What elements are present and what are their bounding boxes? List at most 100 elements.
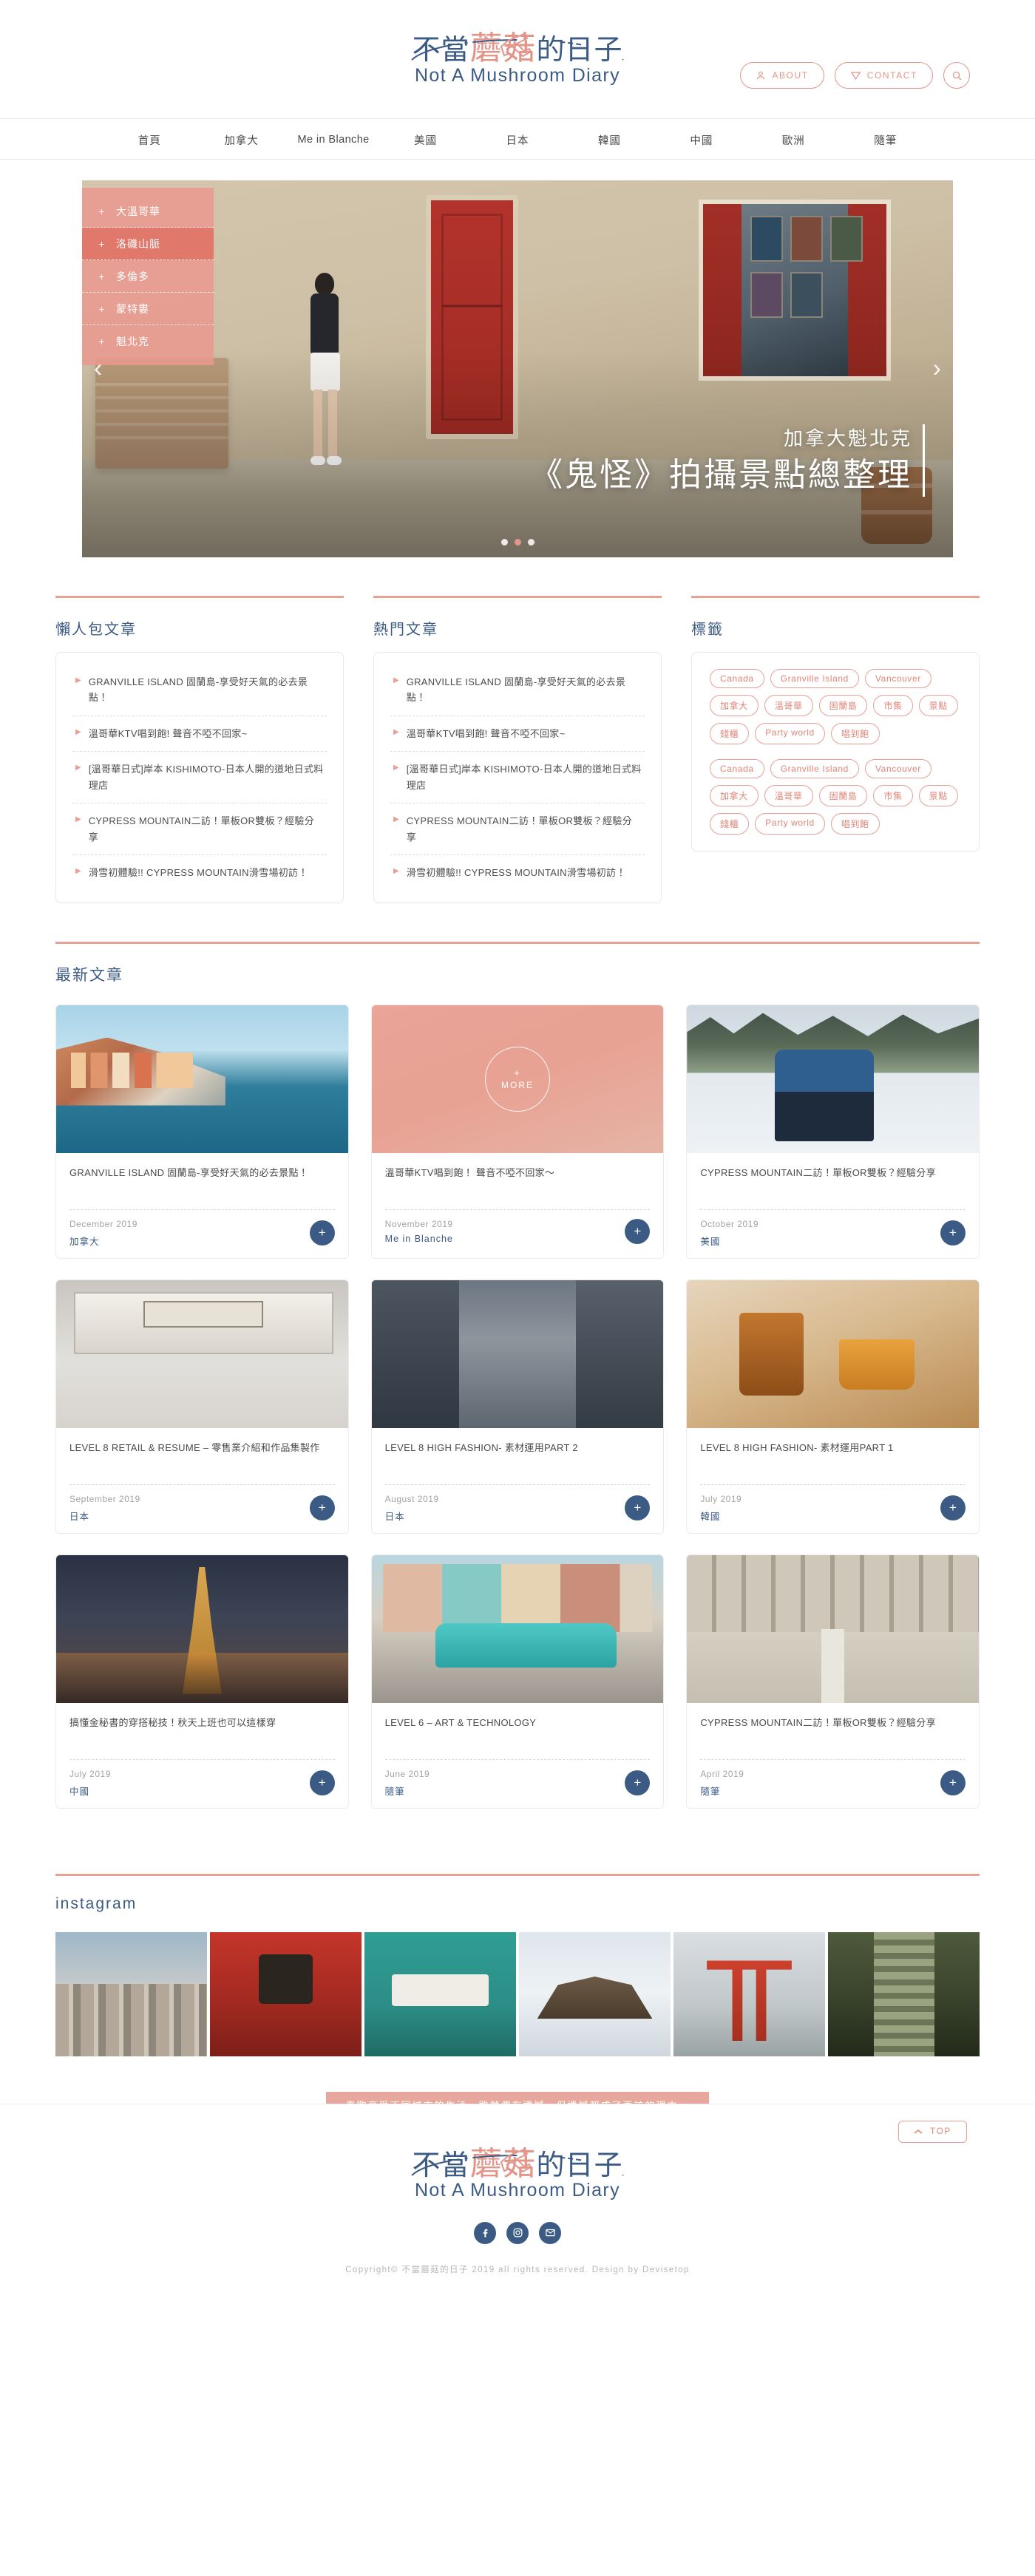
tag-chip[interactable]: 唱到飽 <box>830 813 880 835</box>
tag-chip[interactable]: Vancouver <box>864 759 932 778</box>
read-more-plus-button[interactable]: + <box>625 1218 651 1244</box>
post-card-title[interactable]: LEVEL 8 HIGH FASHION- 素材運用PART 1 <box>700 1440 966 1474</box>
tag-chip[interactable]: 溫哥華 <box>764 695 813 716</box>
nav-item-1[interactable]: 加拿大 <box>195 132 287 148</box>
instagram-thumbnail-1[interactable] <box>210 1931 362 2056</box>
read-more-plus-button[interactable]: + <box>625 1770 651 1795</box>
post-card-title[interactable]: 溫哥華KTV唱到飽！ 聲音不啞不回家～ <box>385 1165 651 1199</box>
hero-dot-2[interactable] <box>527 539 535 546</box>
post-card-category[interactable]: 日本 <box>385 1509 439 1523</box>
nav-item-5[interactable]: 韓國 <box>563 132 655 148</box>
tag-chip[interactable]: 固蘭島 <box>818 695 868 716</box>
read-more-plus-button[interactable]: + <box>625 1495 651 1520</box>
hero-dot-0[interactable] <box>500 539 508 546</box>
post-card-title[interactable]: LEVEL 8 HIGH FASHION- 素材運用PART 2 <box>385 1440 651 1474</box>
post-card-title[interactable]: LEVEL 6 – ART & TECHNOLOGY <box>385 1715 651 1749</box>
post-card[interactable]: CYPRESS MOUNTAIN二訪！單板OR雙板？經驗分享 April 2019… <box>686 1554 980 1809</box>
tag-chip[interactable]: Granville Island <box>770 759 859 778</box>
tag-chip[interactable]: 加拿大 <box>710 695 759 716</box>
post-card-title[interactable]: CYPRESS MOUNTAIN二訪！單板OR雙板？經驗分享 <box>700 1165 966 1199</box>
post-card[interactable]: CYPRESS MOUNTAIN二訪！單板OR雙板？經驗分享 October 20… <box>686 1004 980 1259</box>
post-card[interactable]: 搞懂金秘書的穿搭秘技！秋天上班也可以這樣穿 July 2019 中國 + <box>55 1554 349 1809</box>
post-card-category[interactable]: 美國 <box>700 1234 759 1248</box>
instagram-thumbnail-2[interactable] <box>364 1931 516 2056</box>
tag-chip[interactable]: 錢櫃 <box>710 813 750 835</box>
tag-chip[interactable]: 固蘭島 <box>818 785 868 806</box>
contact-button[interactable]: CONTACT <box>834 62 933 89</box>
email-icon[interactable] <box>539 2221 561 2244</box>
nav-item-7[interactable]: 歐洲 <box>747 132 839 148</box>
read-more-plus-button[interactable]: + <box>940 1495 966 1520</box>
site-logo[interactable]: 不當蘑菇的日子 Not A Mushroom Diary <box>396 32 639 86</box>
nav-item-8[interactable]: 隨筆 <box>840 132 932 148</box>
tag-chip[interactable]: Granville Island <box>770 669 859 688</box>
post-card-category[interactable]: 加拿大 <box>69 1234 138 1248</box>
post-card-title[interactable]: LEVEL 8 RETAIL & RESUME – 零售業介紹和作品集製作 <box>69 1440 335 1474</box>
post-card[interactable]: GRANVILLE ISLAND 固蘭島-享受好天氣的必去景點！ December… <box>55 1004 349 1259</box>
post-card[interactable]: LEVEL 8 RETAIL & RESUME – 零售業介紹和作品集製作 Sep… <box>55 1279 349 1534</box>
list-item[interactable]: ▶ [溫哥華日式]岸本 KISHIMOTO-日本人開的道地日式料理店 <box>72 752 327 804</box>
footer-logo[interactable]: 不當蘑菇的日子 Not A Mushroom Diary <box>396 2147 639 2201</box>
hero-menu-item-2[interactable]: + 多倫多 <box>82 260 214 293</box>
tag-chip[interactable]: 景點 <box>918 695 958 716</box>
post-card-title[interactable]: 搞懂金秘書的穿搭秘技！秋天上班也可以這樣穿 <box>69 1715 335 1749</box>
back-to-top-button[interactable]: TOP <box>898 2120 967 2143</box>
hero-menu-item-4[interactable]: + 魁北克 <box>82 325 214 358</box>
facebook-icon[interactable] <box>474 2221 496 2244</box>
instagram-icon[interactable] <box>506 2221 529 2244</box>
post-card-title[interactable]: GRANVILLE ISLAND 固蘭島-享受好天氣的必去景點！ <box>69 1165 335 1199</box>
tag-chip[interactable]: 錢櫃 <box>710 723 750 744</box>
hero-menu-item-0[interactable]: + 大溫哥華 <box>82 195 214 228</box>
post-card-category[interactable]: 隨筆 <box>700 1784 744 1798</box>
tag-chip[interactable]: Canada <box>710 759 764 778</box>
tag-chip[interactable]: 景點 <box>918 785 958 806</box>
post-card-category[interactable]: 中國 <box>69 1784 111 1798</box>
tag-chip[interactable]: 溫哥華 <box>764 785 813 806</box>
tag-chip[interactable]: Party world <box>755 723 825 744</box>
hero-next-arrow[interactable]: › <box>933 355 941 384</box>
tag-chip[interactable]: 加拿大 <box>710 785 759 806</box>
tag-chip[interactable]: Party world <box>755 813 825 835</box>
read-more-plus-button[interactable]: + <box>940 1220 966 1245</box>
list-item[interactable]: ▶ 滑雪初體驗!! CYPRESS MOUNTAIN滑雪場初訪！ <box>72 855 327 890</box>
hero-menu-item-3[interactable]: + 蒙特婁 <box>82 293 214 325</box>
post-card[interactable]: LEVEL 6 – ART & TECHNOLOGY June 2019 隨筆 + <box>370 1554 665 1809</box>
nav-item-2[interactable]: Me in Blanche <box>288 134 379 146</box>
read-more-plus-button[interactable]: + <box>309 1220 335 1245</box>
nav-item-4[interactable]: 日本 <box>472 132 563 148</box>
hero-slider[interactable]: + 大溫哥華 + 洛磯山脈 + 多倫多 + 蒙特婁 + 魁北克 加拿大魁北克 《鬼怪》拍攝景點總整… <box>82 180 953 557</box>
list-item[interactable]: ▶ CYPRESS MOUNTAIN二訪！單板OR雙板？經驗分享 <box>72 803 327 856</box>
list-item[interactable]: ▶ 溫哥華KTV唱到飽! 聲音不啞不回家~ <box>72 716 327 752</box>
list-item[interactable]: ▶ GRANVILLE ISLAND 固蘭島-享受好天氣的必去景點！ <box>390 665 645 716</box>
about-button[interactable]: ABOUT <box>740 62 824 89</box>
post-card-category[interactable]: Me in Blanche <box>385 1234 453 1244</box>
tag-chip[interactable]: Vancouver <box>864 669 932 688</box>
list-item[interactable]: ▶ GRANVILLE ISLAND 固蘭島-享受好天氣的必去景點！ <box>72 665 327 716</box>
instagram-thumbnail-3[interactable] <box>519 1931 671 2056</box>
read-more-plus-button[interactable]: + <box>940 1770 966 1795</box>
list-item[interactable]: ▶ [溫哥華日式]岸本 KISHIMOTO-日本人開的道地日式料理店 <box>390 752 645 804</box>
post-card[interactable]: + MORE 溫哥華KTV唱到飽！ 聲音不啞不回家～ November 2019 Me … <box>370 1004 665 1259</box>
more-overlay-button[interactable]: + MORE <box>484 1046 550 1112</box>
list-item[interactable]: ▶ CYPRESS MOUNTAIN二訪！單板OR雙板？經驗分享 <box>390 803 645 856</box>
post-card-category[interactable]: 日本 <box>69 1509 140 1523</box>
list-item[interactable]: ▶ 溫哥華KTV唱到飽! 聲音不啞不回家~ <box>390 716 645 752</box>
search-button[interactable] <box>943 62 970 89</box>
tag-chip[interactable]: Canada <box>710 669 764 688</box>
post-card[interactable]: LEVEL 8 HIGH FASHION- 素材運用PART 1 July 201… <box>686 1279 980 1534</box>
nav-item-6[interactable]: 中國 <box>656 132 747 148</box>
read-more-plus-button[interactable]: + <box>309 1495 335 1520</box>
instagram-thumbnail-0[interactable] <box>55 1931 207 2056</box>
tag-chip[interactable]: 唱到飽 <box>830 723 880 744</box>
instagram-thumbnail-5[interactable] <box>828 1931 980 2056</box>
post-card-category[interactable]: 韓國 <box>700 1509 742 1523</box>
nav-item-3[interactable]: 美國 <box>379 132 471 148</box>
hero-menu-item-1[interactable]: + 洛磯山脈 <box>82 228 214 260</box>
read-more-plus-button[interactable]: + <box>309 1770 335 1795</box>
nav-item-0[interactable]: 首頁 <box>104 132 195 148</box>
post-card-title[interactable]: CYPRESS MOUNTAIN二訪！單板OR雙板？經驗分享 <box>700 1715 966 1749</box>
tag-chip[interactable]: 市集 <box>873 695 913 716</box>
hero-dot-1[interactable] <box>514 539 521 546</box>
tag-chip[interactable]: 市集 <box>873 785 913 806</box>
hero-prev-arrow[interactable]: ‹ <box>94 355 102 384</box>
